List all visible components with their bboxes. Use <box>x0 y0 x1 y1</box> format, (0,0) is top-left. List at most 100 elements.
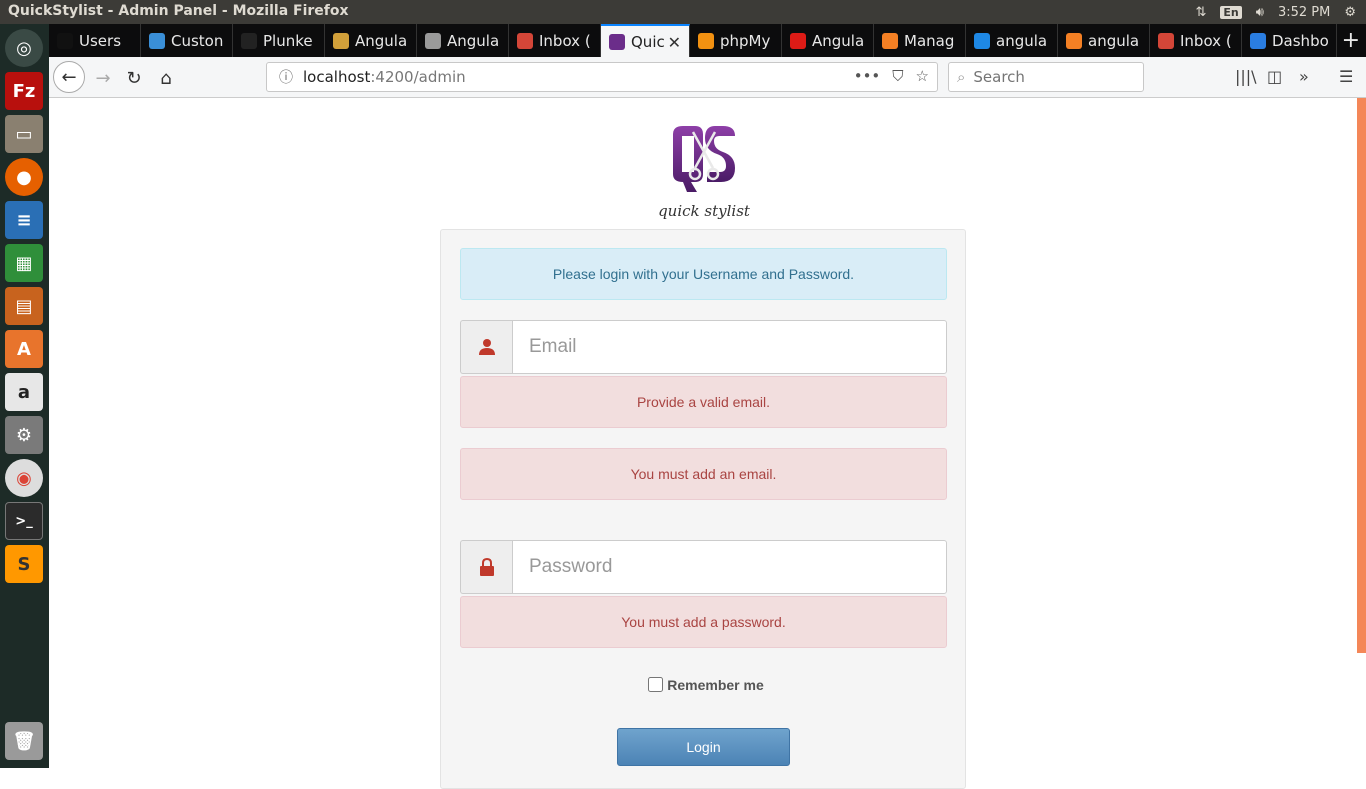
password-field[interactable] <box>512 540 947 594</box>
network-icon[interactable]: ⇅ <box>1195 5 1206 20</box>
tab-label: Manag <box>904 31 955 50</box>
gmail-favicon-icon <box>517 32 533 49</box>
overflow-chevron-icon[interactable]: » <box>1299 67 1309 86</box>
trash-icon[interactable]: 🗑︎ <box>5 722 43 760</box>
remember-me-label: Remember me <box>667 677 764 693</box>
browser-tab[interactable]: angula <box>1058 24 1150 57</box>
pocket-icon[interactable]: ⛉ <box>892 67 903 85</box>
tab-label: angula <box>1088 31 1140 50</box>
tab-label: Angula <box>447 31 500 50</box>
users-favicon-icon <box>57 32 73 49</box>
browser-tab[interactable]: Custon <box>141 24 233 57</box>
terminal-icon[interactable]: >_ <box>5 502 43 540</box>
stackoverflow2-favicon-icon <box>1066 32 1082 49</box>
quickstylist-favicon-icon <box>609 33 625 50</box>
window-title: QuickStylist - Admin Panel - Mozilla Fir… <box>8 3 349 19</box>
quickstylist-logo <box>673 126 735 192</box>
home-button[interactable]: ⌂ <box>152 64 180 92</box>
browser-tab[interactable]: angula <box>966 24 1058 57</box>
remember-me-checkbox[interactable] <box>648 677 664 692</box>
tab-label: Inbox ( <box>539 31 591 50</box>
tab-label: Angula <box>812 31 865 50</box>
close-tab-icon[interactable]: ✕ <box>668 33 681 52</box>
library-icon[interactable]: |||\ <box>1235 67 1257 86</box>
email-required-error: You must add an email. <box>460 448 947 500</box>
login-button[interactable]: Login <box>617 728 790 766</box>
volume-icon[interactable]: 🔊︎ <box>1256 5 1264 20</box>
user-icon <box>460 320 512 374</box>
filezilla-icon[interactable]: Fz <box>5 72 43 110</box>
url-bar[interactable]: ⓘ localhost:4200/admin ••• ⛉ ☆ <box>266 62 938 92</box>
site-info-icon[interactable]: ⓘ <box>279 67 293 87</box>
tab-label: angula <box>996 31 1048 50</box>
email-valid-error: Provide a valid email. <box>460 376 947 428</box>
password-required-error: You must add a password. <box>460 596 947 648</box>
page-actions-icon[interactable]: ••• <box>854 67 881 85</box>
gmail2-favicon-icon <box>1158 32 1174 49</box>
software-center-icon[interactable]: A <box>5 330 43 368</box>
writer-icon[interactable]: ≡ <box>5 201 43 239</box>
sidebar-icon[interactable]: ◫ <box>1267 67 1282 86</box>
impress-icon[interactable]: ▤ <box>5 287 43 325</box>
tab-label: Custon <box>171 31 224 50</box>
browser-tab[interactable]: Angula <box>417 24 509 57</box>
menu-hamburger-icon[interactable]: ☰ <box>1339 67 1353 86</box>
tab-label: Dashbo <box>1272 31 1329 50</box>
stackoverflow-favicon-icon <box>882 32 898 49</box>
browser-tab[interactable]: Users <box>49 24 141 57</box>
page-scrollbar[interactable] <box>1357 98 1366 768</box>
system-settings-icon[interactable]: ⚙ <box>5 416 43 454</box>
clock[interactable]: 3:52 PM <box>1278 5 1330 20</box>
files-icon[interactable]: ▭ <box>5 115 43 153</box>
search-input[interactable] <box>971 67 1122 87</box>
browser-tab[interactable]: Inbox ( <box>509 24 601 57</box>
browser-tab[interactable]: Angula <box>782 24 874 57</box>
search-box[interactable]: ⌕ <box>948 62 1144 92</box>
dashboard-favicon-icon <box>1250 32 1266 49</box>
back-button[interactable]: ← <box>53 61 85 93</box>
page-scrollbar-thumb[interactable] <box>1357 98 1366 653</box>
browser-nav-bar: ← → ↻ ⌂ ⓘ localhost:4200/admin ••• ⛉ ☆ ⌕… <box>49 57 1366 98</box>
tab-label: Angula <box>355 31 408 50</box>
forward-button[interactable]: → <box>89 64 117 92</box>
calc-icon[interactable]: ▦ <box>5 244 43 282</box>
language-indicator[interactable]: En <box>1220 5 1242 19</box>
browser-tab[interactable]: Inbox ( <box>1150 24 1242 57</box>
sublime-icon[interactable]: S <box>5 545 43 583</box>
new-tab-button[interactable]: + <box>1342 28 1360 53</box>
custom-favicon-icon <box>149 32 165 49</box>
bookmark-star-icon[interactable]: ☆ <box>916 67 929 85</box>
email-input-group <box>460 320 947 374</box>
url-host: localhost <box>303 68 371 86</box>
browser-tab[interactable]: Dashbo <box>1242 24 1337 57</box>
settings-gear-icon[interactable]: ⚙ <box>1344 5 1356 20</box>
login-info-alert: Please login with your Username and Pass… <box>460 248 947 300</box>
tab-label: Users <box>79 31 122 50</box>
email-field[interactable] <box>512 320 947 374</box>
dash-home-icon[interactable]: ◎ <box>5 29 43 67</box>
chrome-icon[interactable]: ◉ <box>5 459 43 497</box>
angular-trophy-favicon-icon <box>333 32 349 49</box>
amazon-icon[interactable]: a <box>5 373 43 411</box>
browser-tab[interactable]: Quic ✕ <box>601 24 690 57</box>
firefox-icon[interactable]: ● <box>5 158 43 196</box>
reload-button[interactable]: ↻ <box>120 64 148 92</box>
tab-label: Inbox ( <box>1180 31 1232 50</box>
angular-favicon-icon <box>425 32 441 49</box>
phpmyadmin-favicon-icon <box>698 32 714 49</box>
tab-label: Quic <box>631 32 665 51</box>
browser-tab[interactable]: Plunke <box>233 24 325 57</box>
url-path: :4200/admin <box>370 68 466 86</box>
password-input-group <box>460 540 947 594</box>
system-top-bar: QuickStylist - Admin Panel - Mozilla Fir… <box>0 0 1366 24</box>
logo-tagline: quick stylist <box>658 202 750 220</box>
browser-tab[interactable]: phpMy <box>690 24 782 57</box>
browser-tab[interactable]: Angula <box>325 24 417 57</box>
search-icon: ⌕ <box>957 68 966 86</box>
system-tray: ⇅ En 🔊︎ 3:52 PM ⚙ <box>1195 0 1366 24</box>
plunker-favicon-icon <box>241 32 257 49</box>
angular-red-favicon-icon <box>790 32 806 49</box>
browser-tab[interactable]: Manag <box>874 24 966 57</box>
tab-label: phpMy <box>720 31 771 50</box>
remember-me-row: Remember me <box>441 674 967 695</box>
